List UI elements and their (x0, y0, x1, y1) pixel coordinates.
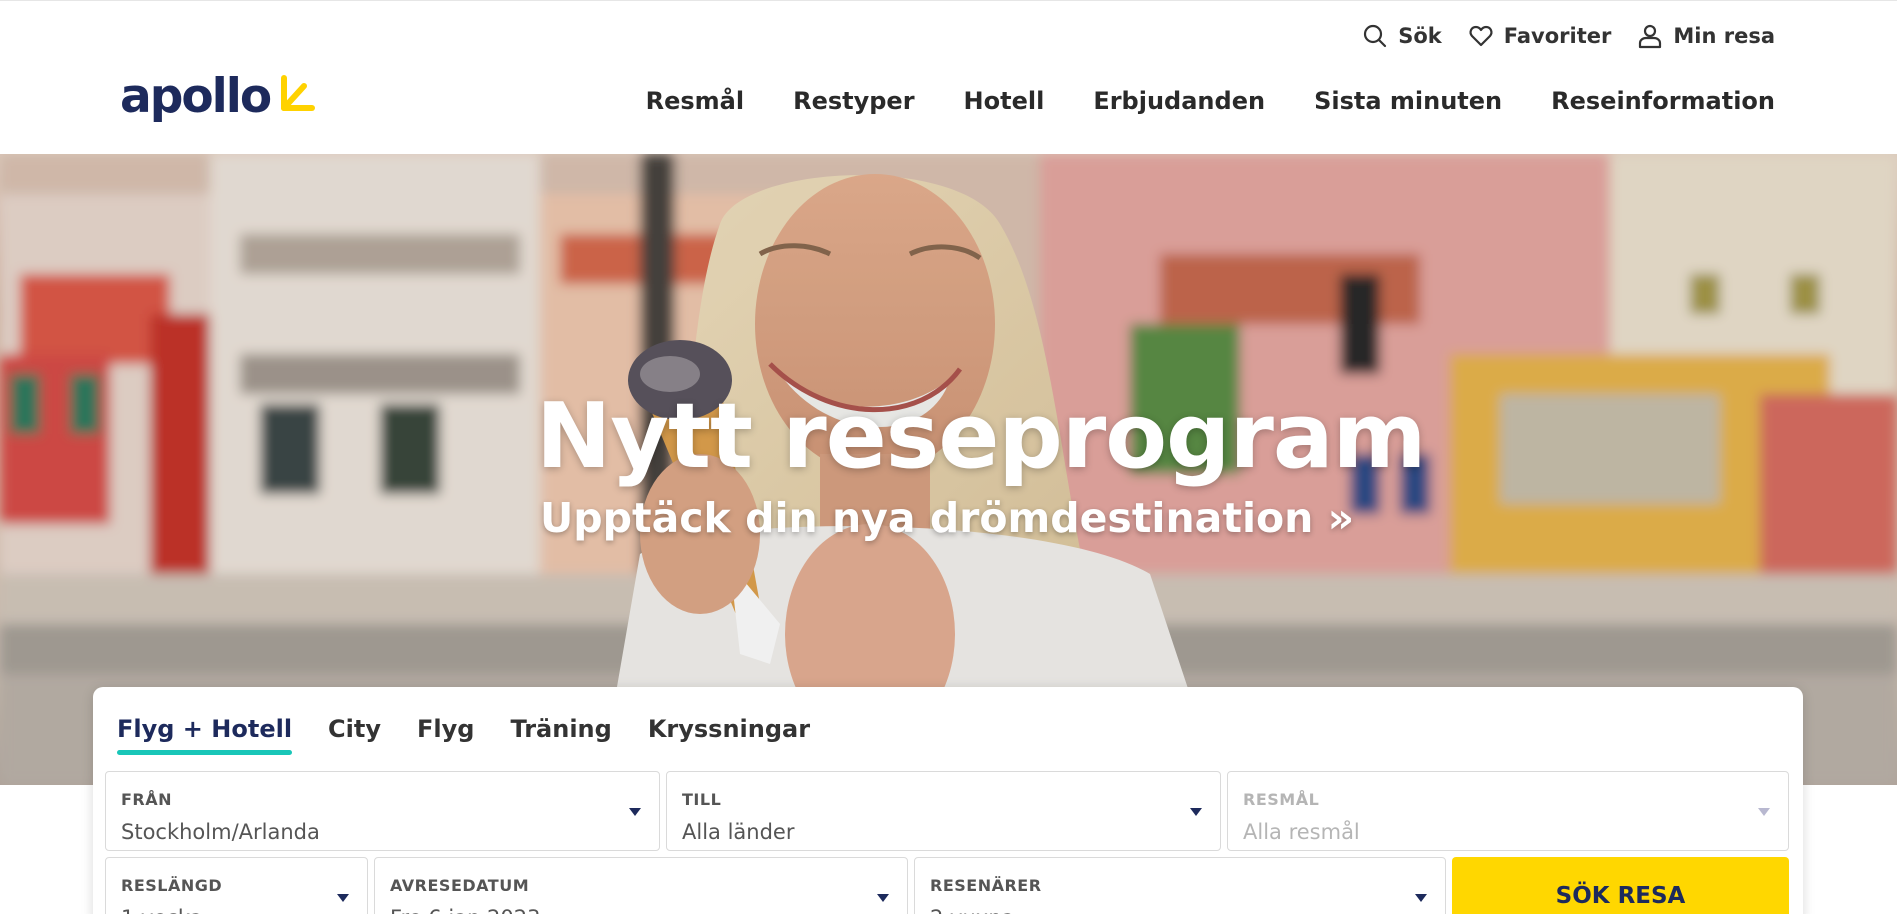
util-favorites[interactable]: Favoriter (1468, 23, 1612, 49)
tab-traning[interactable]: Träning (510, 715, 611, 755)
util-search[interactable]: Sök (1362, 23, 1442, 49)
util-my-trip-label: Min resa (1673, 24, 1775, 48)
nav-item-hotell[interactable]: Hotell (964, 87, 1045, 115)
heart-icon (1469, 25, 1493, 47)
chevron-down-icon (1190, 808, 1202, 816)
chevron-down-icon (1415, 894, 1427, 902)
utility-nav: Sök Favoriter Min resa (1336, 23, 1775, 49)
hero-title: Nytt reseprogram (536, 384, 1426, 489)
util-favorites-label: Favoriter (1503, 24, 1612, 48)
util-my-trip[interactable]: Min resa (1637, 23, 1775, 49)
site-header: apollo Sök Favoriter Min resa Resmål Res… (0, 0, 1897, 154)
search-icon (1364, 24, 1387, 48)
travellers-select[interactable]: RESENÄRER 2 vuxna (914, 857, 1446, 914)
tab-flyg[interactable]: Flyg (417, 715, 474, 755)
nav-item-resmal[interactable]: Resmål (646, 87, 744, 115)
from-select[interactable]: FRÅN Stockholm/Arlanda (105, 771, 660, 851)
nav-item-sista-minuten[interactable]: Sista minuten (1314, 87, 1502, 115)
from-label: FRÅN (121, 790, 173, 809)
util-search-label: Sök (1398, 24, 1442, 48)
destination-select[interactable]: RESMÅL Alla resmål (1227, 771, 1789, 851)
tab-flyg-hotell[interactable]: Flyg + Hotell (117, 715, 293, 755)
chevron-down-icon (629, 808, 641, 816)
travellers-label: RESENÄRER (930, 876, 1042, 895)
destination-label: RESMÅL (1243, 790, 1320, 809)
main-nav: Resmål Restyper Hotell Erbjudanden Sista… (597, 87, 1775, 115)
destination-value: Alla resmål (1243, 820, 1360, 844)
duration-label: RESLÄNGD (121, 876, 223, 895)
hero-subtitle-link[interactable]: Upptäck din nya drömdestination » (540, 494, 1354, 542)
user-icon (1639, 24, 1662, 49)
search-tabs: Flyg + Hotell City Flyg Träning Kryssnin… (117, 715, 846, 755)
nav-item-reseinformation[interactable]: Reseinformation (1551, 87, 1775, 115)
nav-item-erbjudanden[interactable]: Erbjudanden (1093, 87, 1265, 115)
duration-select[interactable]: RESLÄNGD 1 vecka (105, 857, 368, 914)
from-value: Stockholm/Arlanda (121, 820, 320, 844)
apollo-logo[interactable]: apollo (120, 73, 318, 120)
to-label: TILL (682, 790, 722, 809)
departure-value: Fre 6 jan 2023 (390, 906, 541, 914)
chevron-down-icon (877, 894, 889, 902)
search-panel: Flyg + Hotell City Flyg Träning Kryssnin… (93, 687, 1803, 914)
duration-value: 1 vecka (121, 906, 203, 914)
search-submit-button[interactable]: SÖK RESA (1452, 857, 1789, 914)
travellers-value: 2 vuxna (930, 906, 1014, 914)
tab-city[interactable]: City (328, 715, 381, 755)
tab-kryssningar[interactable]: Kryssningar (648, 715, 810, 755)
to-value: Alla länder (682, 820, 795, 844)
departure-date-select[interactable]: AVRESEDATUM Fre 6 jan 2023 (374, 857, 908, 914)
chevron-down-icon (337, 894, 349, 902)
nav-item-restyper[interactable]: Restyper (793, 87, 914, 115)
to-select[interactable]: TILL Alla länder (666, 771, 1221, 851)
chevron-down-icon (1758, 808, 1770, 816)
departure-label: AVRESEDATUM (390, 876, 530, 895)
logo-wordmark: apollo (120, 69, 272, 124)
sun-logo-icon (281, 74, 316, 111)
